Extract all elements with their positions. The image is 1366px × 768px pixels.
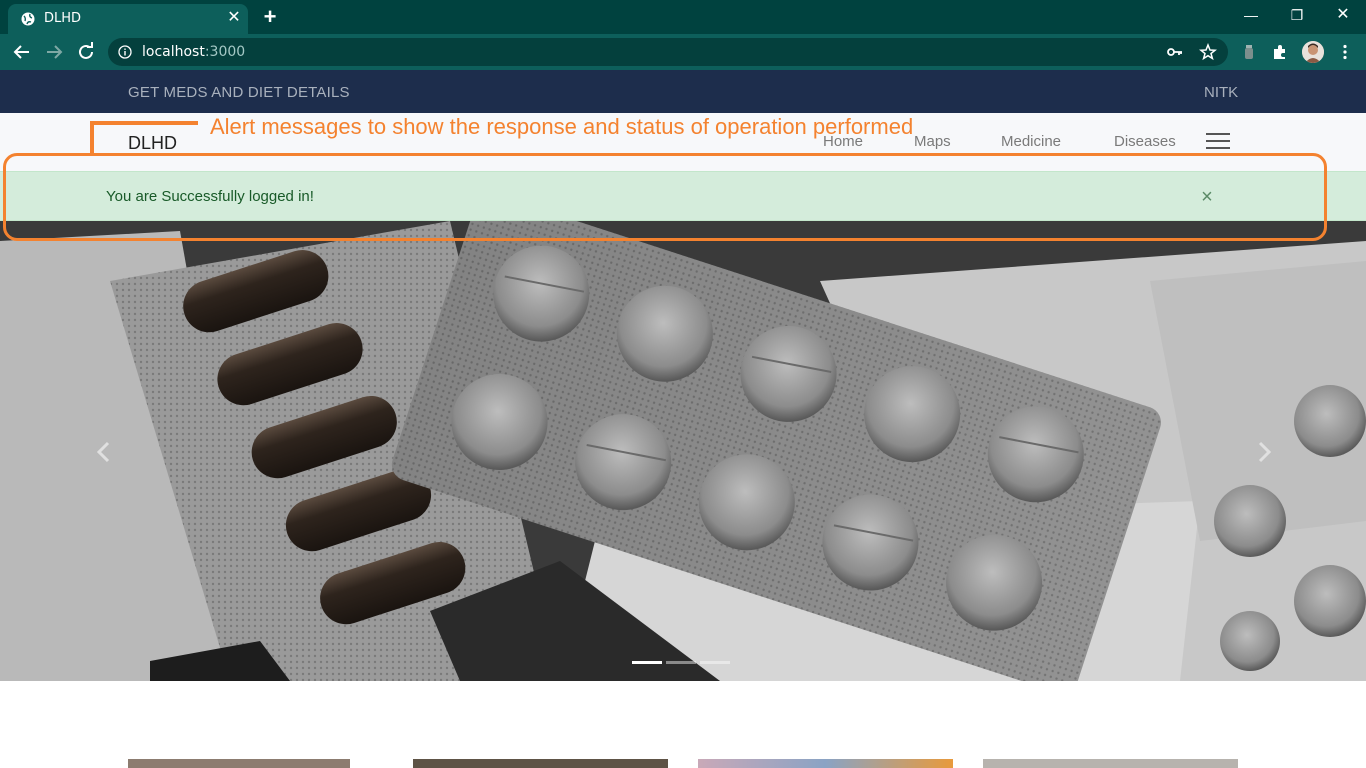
nav-link-maps[interactable]: Maps: [914, 133, 951, 150]
feature-card-3[interactable]: [698, 759, 953, 768]
feature-card-4[interactable]: [983, 759, 1238, 768]
extension-bottle-icon[interactable]: [1240, 43, 1258, 61]
address-bar[interactable]: localhost:3000: [108, 38, 1228, 66]
tab-close-icon[interactable]: ✕: [226, 10, 242, 26]
menu-dots-icon[interactable]: [1336, 43, 1354, 61]
carousel-indicator-2[interactable]: [666, 661, 696, 664]
info-icon[interactable]: [118, 45, 132, 59]
medicine-pills-image: [0, 221, 1366, 681]
carousel-indicators: [632, 651, 734, 669]
annotation-highlight-box: [3, 153, 1327, 241]
globe-icon: [21, 12, 35, 26]
minimize-button[interactable]: —: [1236, 4, 1266, 26]
browser-tab[interactable]: DLHD ✕: [8, 4, 248, 34]
back-arrow-icon[interactable]: [10, 40, 34, 64]
url-host: localhost: [142, 44, 205, 60]
url-text: localhost:3000: [142, 44, 245, 60]
annotation-label: Alert messages to show the response and …: [210, 114, 914, 139]
nav-link-diseases[interactable]: Diseases: [1114, 133, 1176, 150]
feature-card-1[interactable]: [128, 759, 350, 768]
profile-avatar-icon: [1302, 41, 1324, 63]
annotation-pointer: [90, 121, 198, 153]
close-window-button[interactable]: ✕: [1328, 4, 1358, 26]
feature-cards-row: [0, 759, 1366, 768]
carousel-indicator-3[interactable]: [700, 661, 730, 664]
browser-toolbar: localhost:3000: [0, 34, 1366, 70]
extensions-puzzle-icon[interactable]: [1271, 43, 1289, 61]
hero-carousel: [0, 221, 1366, 681]
star-icon[interactable]: [1199, 43, 1217, 61]
key-icon[interactable]: [1166, 43, 1184, 61]
forward-arrow-icon[interactable]: [42, 40, 66, 64]
browser-tab-bar: DLHD ✕ + — ❐ ✕: [0, 0, 1366, 34]
tab-title: DLHD: [44, 11, 82, 26]
site-top-bar: GET MEDS AND DIET DETAILS NITK: [0, 70, 1366, 113]
new-tab-button[interactable]: +: [258, 6, 282, 28]
site-tagline-link[interactable]: GET MEDS AND DIET DETAILS: [128, 84, 350, 101]
profile-avatar[interactable]: [1302, 41, 1324, 63]
carousel-indicator-1[interactable]: [632, 661, 662, 664]
site-org-link[interactable]: NITK: [1204, 84, 1238, 101]
reload-icon[interactable]: [74, 40, 98, 64]
hamburger-menu-icon[interactable]: [1206, 133, 1230, 151]
carousel-next-icon[interactable]: [1254, 440, 1274, 464]
url-port: :3000: [204, 44, 246, 60]
feature-card-2[interactable]: [413, 759, 668, 768]
nav-link-medicine[interactable]: Medicine: [1001, 133, 1061, 150]
restore-button[interactable]: ❐: [1282, 4, 1312, 26]
carousel-prev-icon[interactable]: [94, 440, 114, 464]
